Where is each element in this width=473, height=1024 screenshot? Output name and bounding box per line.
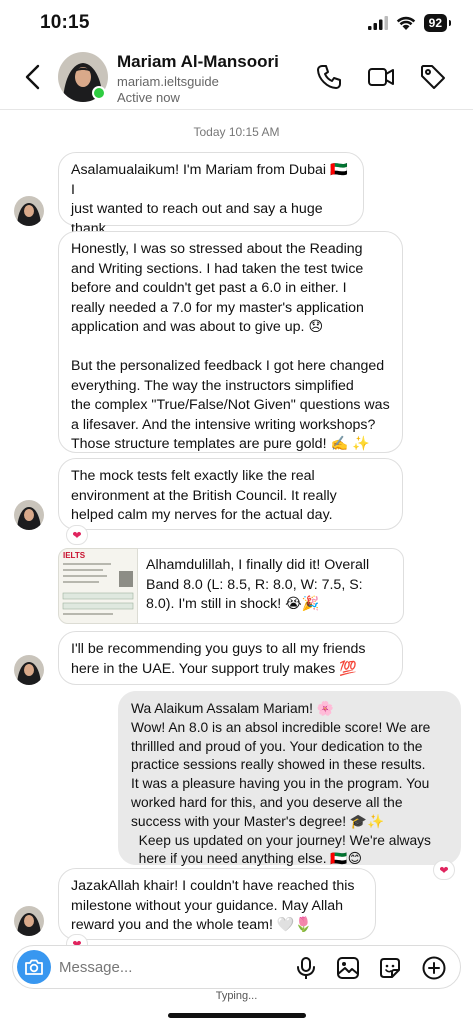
message-bubble[interactable]: I'll be recommending you guys to all my … [58,631,403,685]
message-bubble[interactable]: JazakAllah khair! I couldn't have reache… [58,868,376,940]
message-bubble[interactable]: The mock tests felt exactly like the rea… [58,458,403,530]
video-call-icon[interactable] [366,62,396,92]
message-composer [12,945,461,989]
avatar[interactable] [14,500,44,530]
contact-handle: mariam.ieltsguide [117,74,219,89]
message-bubble[interactable]: Asalamualaikum! I'm Mariam from Dubai 🇦🇪… [58,152,364,256]
ielts-label: IELTS [63,551,86,560]
message-text: JazakAllah khair! I couldn't have reache… [71,878,355,933]
back-chevron-icon[interactable] [20,62,46,92]
outgoing-message-bubble[interactable]: Wa Alaikum Assalam Mariam! 🌸 Wow! An 8.0… [118,691,461,866]
sticker-icon[interactable] [377,955,403,981]
home-indicator[interactable] [168,1013,306,1018]
message-bubble[interactable]: Honestly, I was so stressed about the Re… [58,231,403,453]
microphone-icon[interactable] [293,955,319,981]
message-input[interactable] [59,955,259,979]
message-text: I'll be recommending you guys to all my … [71,641,366,677]
certificate-icon [62,563,134,615]
avatar[interactable] [14,655,44,685]
message-text: The mock tests felt exactly like the rea… [71,468,337,523]
tag-icon[interactable] [418,62,448,92]
heart-reaction-icon[interactable]: ❤ [66,525,88,545]
battery-indicator: 92 [423,14,452,32]
status-bar: 10:15 92 [0,0,473,46]
message-text: Alhamdulillah, I finally did it! Overall… [146,557,370,612]
signal-icon [367,16,388,30]
wifi-icon [396,16,415,30]
add-icon[interactable] [421,955,447,981]
camera-button[interactable] [17,950,51,984]
chat-header: Mariam Al-Mansoori mariam.ieltsguide Act… [0,46,473,110]
status-time: 10:15 [40,12,90,33]
phone-call-icon[interactable] [314,62,344,92]
status-icons: 92 [367,14,452,32]
gallery-icon[interactable] [335,955,361,981]
camera-icon [25,959,43,975]
avatar[interactable] [14,196,44,226]
avatar[interactable] [14,906,44,936]
chat-timestamp: Today 10:15 AM [193,125,280,139]
heart-reaction-icon[interactable]: ❤ [433,860,455,880]
ielts-certificate-image[interactable]: IELTS [58,548,138,624]
message-text: Wa Alaikum Assalam Mariam! 🌸 Wow! An 8.0… [131,701,431,867]
typing-indicator: Typing... [215,990,258,1002]
contact-status: Active now [117,90,180,105]
message-text: Honestly, I was so stressed about the Re… [71,241,390,452]
contact-name[interactable]: Mariam Al-Mansoori [117,52,279,72]
online-status-dot [92,86,106,100]
